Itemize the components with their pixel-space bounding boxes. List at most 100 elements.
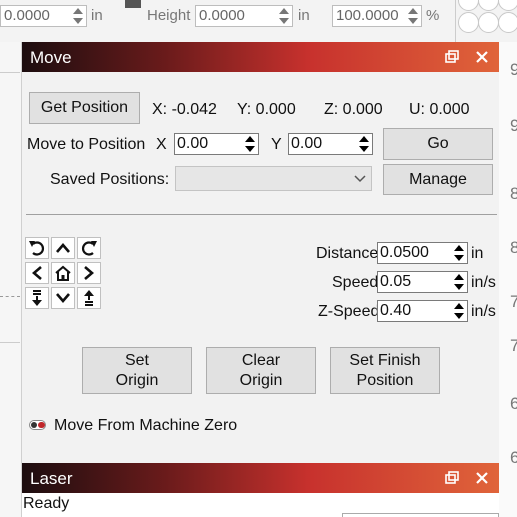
rotate-ccw-icon (29, 241, 45, 256)
move-y-input[interactable]: 0.00 (288, 133, 373, 155)
distance-input[interactable]: 0.0500 (377, 242, 468, 264)
position-y-readout: Y: 0.000 (237, 101, 296, 118)
ruler-label: 9 (510, 60, 517, 79)
ruler-label: 6 (510, 394, 517, 413)
arrow-right-icon (84, 266, 94, 280)
ruler-label: 8 (510, 184, 517, 203)
ruler-label: 8 (510, 238, 517, 257)
ruler-label: 6 (510, 448, 517, 467)
laser-panel-header[interactable]: Laser (22, 463, 499, 493)
lock-icon[interactable] (125, 0, 141, 8)
z-speed-input[interactable]: 0.40 (377, 300, 468, 322)
width-value: 0.0000 (4, 7, 50, 24)
percent-value: 100.0000 (336, 7, 399, 24)
get-position-button[interactable]: Get Position (29, 92, 140, 124)
go-button[interactable]: Go (383, 128, 493, 160)
move-x-label: X (156, 136, 167, 153)
move-y-value: 0.00 (291, 135, 323, 152)
set-origin-button[interactable]: Set Origin (82, 347, 192, 394)
position-z-readout: Z: 0.000 (324, 101, 383, 118)
ruler-label: 7 (510, 336, 517, 355)
manage-button[interactable]: Manage (383, 164, 493, 195)
jog-left-button[interactable] (25, 262, 49, 284)
status-frame (342, 513, 499, 517)
left-side-strip (0, 42, 22, 517)
laser-status-text: Ready (23, 495, 70, 512)
set-finish-position-button[interactable]: Set Finish Position (330, 347, 440, 394)
divider (0, 296, 20, 297)
z-speed-value: 0.40 (380, 302, 412, 319)
anchor-point[interactable] (478, 0, 499, 11)
divider (0, 342, 20, 343)
jog-right-button[interactable] (77, 262, 101, 284)
arrow-left-icon (32, 266, 42, 280)
close-icon[interactable] (474, 470, 490, 486)
z-down-button[interactable] (25, 287, 49, 309)
z-up-button[interactable] (77, 287, 101, 309)
laser-panel-title: Laser (30, 469, 73, 488)
rotate-cw-button[interactable] (77, 237, 101, 259)
move-to-position-label: Move to Position (27, 136, 146, 153)
toggle-knob (31, 422, 37, 428)
rotate-ccw-button[interactable] (25, 237, 49, 259)
move-panel-body: Get Position X: -0.042 Y: 0.000 Z: 0.000… (22, 72, 499, 463)
rotate-cw-icon (81, 241, 97, 256)
move-panel-header[interactable]: Move (22, 42, 499, 72)
speed-label: Speed (332, 274, 379, 291)
laser-status-area: Ready (22, 493, 499, 517)
speed-unit: in/s (471, 274, 496, 291)
distance-spin-arrows[interactable] (453, 244, 465, 262)
arrow-up-icon (56, 243, 70, 253)
distance-label: Distance (316, 245, 379, 262)
anchor-point[interactable] (458, 12, 479, 33)
arrow-down-icon (56, 293, 70, 303)
close-icon[interactable] (474, 49, 490, 65)
right-ruler: 9 9 8 8 7 7 6 6 (499, 42, 517, 517)
ruler-label: 7 (510, 292, 517, 311)
distance-unit: in (471, 245, 484, 262)
height-spinbox[interactable]: 0.0000 (195, 5, 293, 27)
move-x-spin-arrows[interactable] (244, 135, 256, 153)
clear-origin-button[interactable]: Clear Origin (206, 347, 316, 394)
float-icon[interactable] (444, 49, 460, 65)
anchor-point[interactable] (498, 0, 517, 11)
chevron-down-icon (354, 175, 366, 183)
saved-positions-dropdown[interactable] (175, 166, 372, 191)
section-divider (26, 214, 497, 215)
speed-spin-arrows[interactable] (453, 273, 465, 291)
float-icon[interactable] (444, 470, 460, 486)
position-x-readout: X: -0.042 (152, 101, 217, 118)
distance-value: 0.0500 (380, 244, 429, 261)
anchor-point[interactable] (458, 0, 479, 11)
move-x-value: 0.00 (177, 135, 209, 152)
move-panel-title: Move (30, 48, 72, 67)
speed-input[interactable]: 0.05 (377, 271, 468, 293)
move-x-input[interactable]: 0.00 (174, 133, 259, 155)
divider (0, 72, 20, 73)
anchor-point[interactable] (478, 12, 499, 33)
position-u-readout: U: 0.000 (409, 101, 470, 118)
move-y-spin-arrows[interactable] (358, 135, 370, 153)
height-unit: in (298, 7, 310, 24)
ruler-label: 9 (510, 116, 517, 135)
top-toolbar: 0.0000 in Height 0.0000 in 100.0000 % (0, 0, 517, 42)
percent-spinbox[interactable]: 100.0000 (332, 5, 422, 27)
jog-home-button[interactable] (51, 262, 75, 284)
z-up-icon (84, 290, 94, 306)
z-speed-spin-arrows[interactable] (453, 302, 465, 320)
z-speed-label: Z-Speed (318, 303, 380, 320)
width-spin-arrows[interactable] (72, 7, 84, 25)
machine-zero-toggle[interactable] (29, 420, 46, 430)
jog-up-button[interactable] (51, 237, 75, 259)
anchor-point[interactable] (498, 12, 517, 33)
machine-zero-label: Move From Machine Zero (54, 417, 238, 434)
height-spin-arrows[interactable] (278, 7, 290, 25)
jog-down-button[interactable] (51, 287, 75, 309)
saved-positions-label: Saved Positions: (50, 171, 170, 188)
toggle-indicator (38, 422, 45, 428)
width-spinbox[interactable]: 0.0000 (0, 5, 87, 27)
height-label: Height (147, 7, 191, 24)
percent-spin-arrows[interactable] (407, 7, 419, 25)
z-speed-unit: in/s (471, 303, 496, 320)
width-unit: in (91, 7, 103, 24)
